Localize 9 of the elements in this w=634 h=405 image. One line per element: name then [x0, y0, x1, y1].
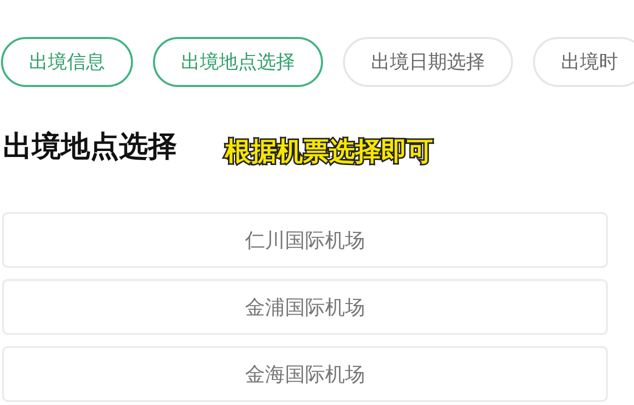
- option-button[interactable]: 金海国际机场: [2, 346, 608, 402]
- tab[interactable]: 出境信息: [1, 37, 133, 87]
- tab[interactable]: 出境日期选择: [343, 37, 513, 87]
- tab[interactable]: 出境时: [533, 37, 634, 87]
- annotation-text: 根据机票选择即可: [225, 136, 433, 169]
- option-button[interactable]: 仁川国际机场: [2, 212, 608, 268]
- section-heading: 出境地点选择: [3, 128, 177, 165]
- option-button[interactable]: 金浦国际机场: [2, 279, 608, 335]
- tab[interactable]: 出境地点选择: [153, 37, 323, 87]
